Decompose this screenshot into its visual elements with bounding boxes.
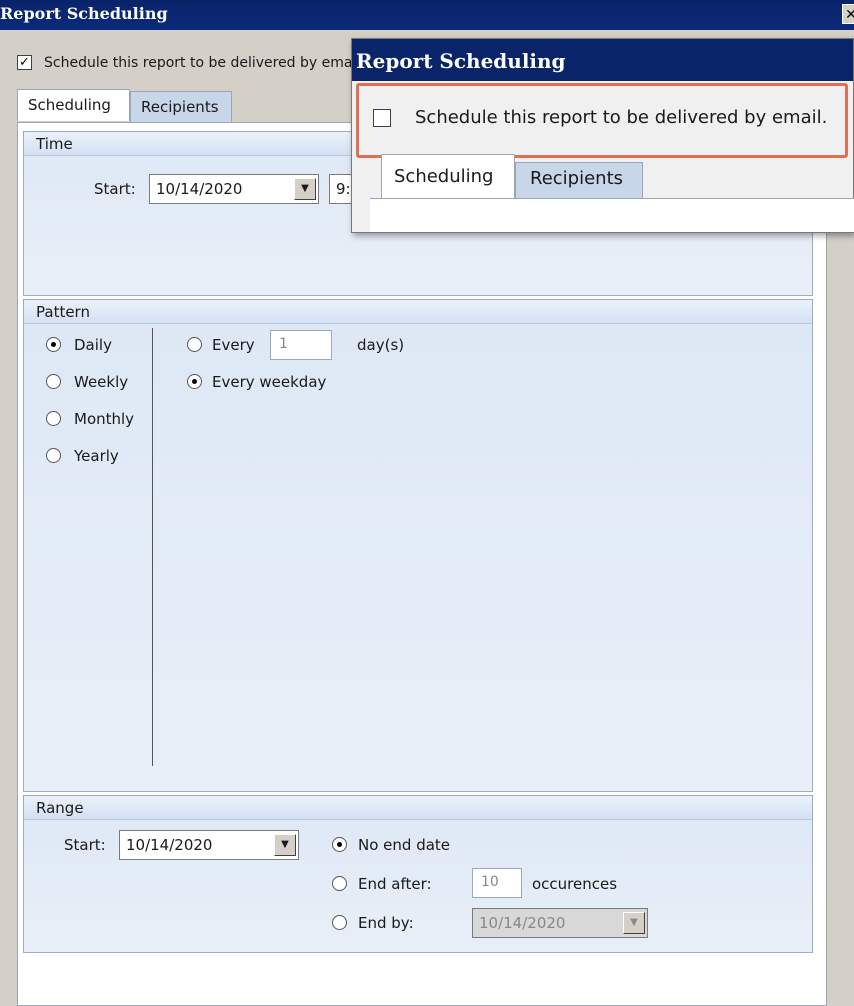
daily-every-days-value: 1 (279, 336, 288, 352)
scheduling-tab-page: Time Start: 10/14/2020 ▼ 9: Pattern Dail… (17, 122, 827, 1006)
pattern-heading: Pattern (24, 300, 812, 324)
callout-title: Report Scheduling (352, 39, 853, 81)
pattern-yearly-label: Yearly (74, 447, 119, 465)
range-no-end-radio[interactable] (332, 837, 347, 852)
pattern-weekly-label: Weekly (74, 373, 129, 391)
tab-scheduling[interactable]: Scheduling (17, 89, 130, 121)
range-start-date-combo[interactable]: 10/14/2020 ▼ (119, 830, 299, 860)
schedule-email-label: Schedule this report to be delivered by … (44, 55, 365, 71)
callout-tab-recipients-label: Recipients (530, 168, 624, 189)
range-group: Range Start: 10/14/2020 ▼ No end date En… (23, 795, 813, 953)
pattern-monthly-label: Monthly (74, 410, 135, 428)
range-end-by-radio[interactable] (332, 915, 347, 930)
daily-days-unit: day(s) (357, 336, 405, 354)
callout-schedule-checkbox[interactable] (373, 109, 391, 127)
pattern-daily-radio[interactable] (46, 337, 61, 352)
daily-every-label: Every (212, 336, 255, 354)
callout-highlight: Schedule this report to be delivered by … (356, 83, 848, 158)
pattern-group: Pattern Daily Weekly Monthly Yearly Ever… (23, 299, 813, 792)
daily-every-weekday-label: Every weekday (212, 373, 327, 391)
schedule-email-checkbox[interactable]: ✓ (17, 55, 32, 70)
dropdown-arrow-icon[interactable]: ▼ (294, 178, 316, 200)
daily-every-n-radio[interactable] (187, 337, 202, 352)
pattern-weekly-radio[interactable] (46, 374, 61, 389)
tab-scheduling-label: Scheduling (28, 96, 111, 114)
time-start-date-combo[interactable]: 10/14/2020 ▼ (149, 174, 319, 204)
daily-every-weekday-radio[interactable] (187, 374, 202, 389)
range-end-after-label: End after: (358, 875, 432, 893)
zoom-callout: Report Scheduling Schedule this report t… (351, 38, 854, 233)
range-end-by-label: End by: (358, 914, 414, 932)
pattern-daily-label: Daily (74, 336, 112, 354)
pattern-monthly-radio[interactable] (46, 411, 61, 426)
range-heading: Range (24, 796, 812, 820)
range-start-label: Start: (64, 836, 106, 854)
tab-recipients[interactable]: Recipients (130, 91, 232, 122)
range-end-after-input[interactable]: 10 (472, 868, 522, 898)
callout-tab-page (370, 198, 854, 232)
callout-tab-scheduling[interactable]: Scheduling (381, 154, 515, 198)
time-start-time-value: 9: (336, 180, 351, 198)
title-bar: Report Scheduling ✕ (0, 0, 854, 30)
time-start-label: Start: (94, 180, 136, 198)
dropdown-arrow-icon[interactable]: ▼ (623, 912, 645, 934)
callout-tab-scheduling-label: Scheduling (394, 166, 494, 187)
pattern-yearly-radio[interactable] (46, 448, 61, 463)
callout-schedule-label: Schedule this report to be delivered by … (415, 107, 828, 128)
window-title: Report Scheduling (0, 4, 168, 23)
pattern-divider (152, 328, 153, 766)
range-no-end-label: No end date (358, 836, 451, 854)
range-end-by-date-value: 10/14/2020 (479, 914, 566, 932)
time-start-date-value: 10/14/2020 (156, 180, 243, 198)
tab-recipients-label: Recipients (141, 98, 219, 116)
daily-every-days-input[interactable]: 1 (270, 330, 332, 360)
range-end-by-date-combo[interactable]: 10/14/2020 ▼ (472, 908, 648, 938)
range-occurrences-label: occurences (532, 875, 618, 893)
close-icon[interactable]: ✕ (842, 4, 854, 24)
range-end-after-radio[interactable] (332, 876, 347, 891)
dropdown-arrow-icon[interactable]: ▼ (274, 834, 296, 856)
range-end-after-value: 10 (481, 874, 499, 890)
range-start-date-value: 10/14/2020 (126, 836, 213, 854)
callout-tab-recipients[interactable]: Recipients (515, 162, 643, 198)
